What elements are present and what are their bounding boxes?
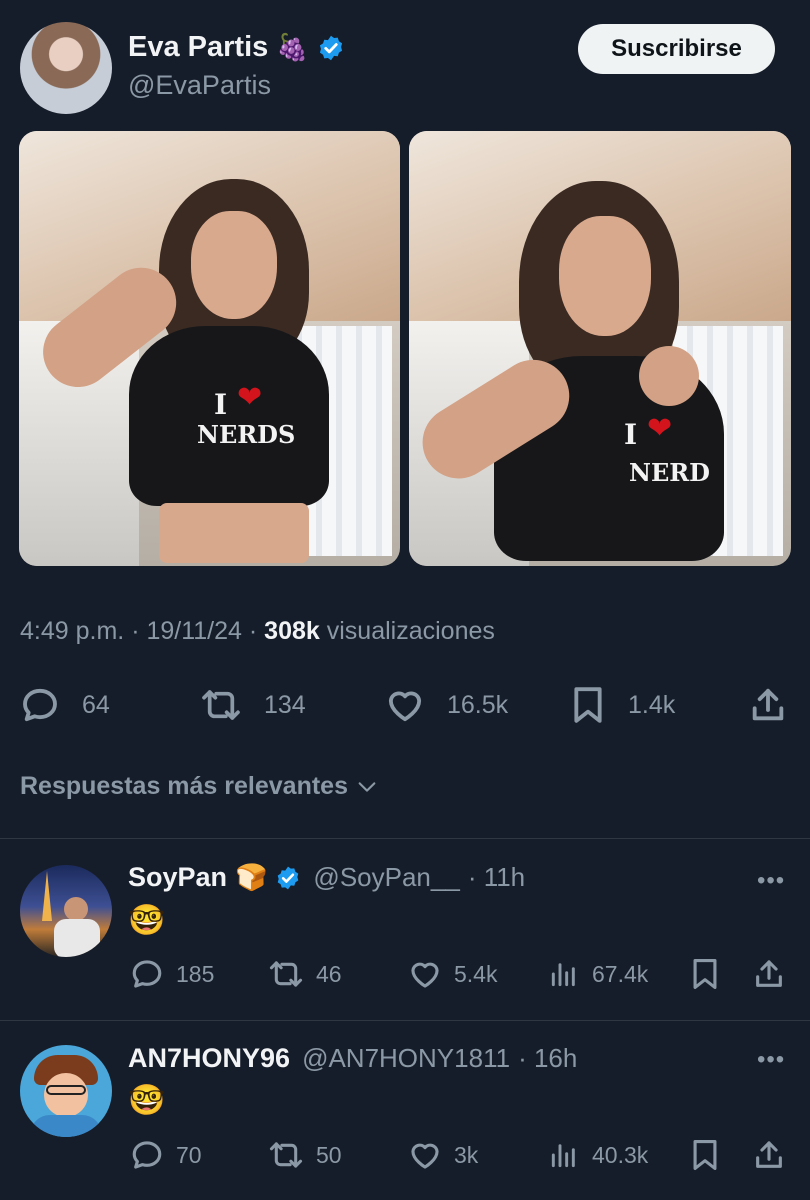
repost-icon [202,690,240,720]
photo-face [559,216,651,336]
like-count: 16.5k [447,690,509,719]
reply-author-row[interactable]: AN7HONY96 @AN7HONY1811 · 16h [128,1043,577,1074]
repost-count: 46 [316,960,342,987]
post-photo-2[interactable]: I ❤ NERD [409,131,791,566]
replies-sort-dropdown[interactable]: Respuestas más relevantes [20,772,378,801]
share-button[interactable] [748,685,788,725]
repost-icon [269,1142,303,1168]
author-handle[interactable]: @EvaPartis [128,70,271,101]
reply-count: 70 [176,1141,202,1168]
bookmark-icon [574,687,602,723]
reply-content: 🤓 [128,904,166,937]
reply-author-name[interactable]: SoyPan [128,862,227,893]
author-avatar[interactable] [20,22,112,114]
reply-views-action[interactable]: 67.4k [548,957,648,991]
reply-avatar-soypan[interactable] [20,865,112,957]
meta-separator: · [248,617,258,645]
divider [0,838,810,839]
reply-author-handle[interactable]: @SoyPan__ [313,862,459,893]
reply-author-row[interactable]: SoyPan 🍞 @SoyPan__ · 11h [128,862,525,893]
photo-hand [639,346,699,406]
like-action[interactable]: 16.5k [385,685,508,725]
reply-author-name[interactable]: AN7HONY96 [128,1043,290,1074]
subscribe-button[interactable]: Suscribirse [578,24,775,74]
post-time[interactable]: 4:49 p.m. [20,617,124,645]
grapes-emoji: 🍇 [276,32,309,62]
heart-icon [388,691,422,722]
photo-belly [159,503,309,563]
author-name[interactable]: Eva Partis [128,31,268,64]
reply-like-action[interactable]: 5.4k [408,957,497,991]
reply-count: 185 [176,960,215,987]
reply-icon [132,960,162,988]
shirt-text-i: I [214,388,228,421]
author-name-row[interactable]: Eva Partis 🍇 [128,31,345,64]
reply-bookmark-button[interactable] [690,1138,720,1172]
reply-like-action[interactable]: 3k [408,1138,478,1172]
reply-time[interactable]: · 16h [518,1043,577,1074]
reply-count: 64 [82,690,110,719]
more-options-icon[interactable]: ••• [757,1046,785,1074]
shirt-heart-icon: ❤ [237,381,263,414]
reply-action[interactable]: 64 [20,685,110,725]
verified-badge-icon [317,34,345,62]
repost-action[interactable]: 134 [200,685,306,725]
replies-sort-label: Respuestas más relevantes [20,772,348,800]
shirt-text-nerd: NERD [629,458,710,487]
bread-emoji: 🍞 [235,862,268,892]
reply-share-button[interactable] [752,1138,786,1172]
reply-content: 🤓 [128,1084,166,1117]
post-photo-1[interactable]: I ❤ NERDS [19,131,400,566]
chevron-down-icon [358,781,376,792]
reply-reply-action[interactable]: 185 [130,957,214,991]
shirt-text-i: I [624,418,638,451]
reply-share-button[interactable] [752,957,786,991]
reply-repost-action[interactable]: 46 [268,957,342,991]
like-count: 3k [454,1141,479,1168]
view-count: 308k [264,617,320,645]
share-icon [756,1141,782,1168]
repost-icon [269,961,303,987]
analytics-icon [551,963,575,987]
photo-shirt [129,326,329,506]
post-date[interactable]: 19/11/24 [146,617,241,645]
view-count: 67.4k [592,960,649,987]
reply-time[interactable]: · 11h [468,862,525,893]
views-label: visualizaciones [326,617,495,645]
bookmark-icon [693,958,717,990]
analytics-icon [551,1144,575,1168]
heart-icon [411,1143,439,1169]
more-options-icon[interactable]: ••• [757,867,785,895]
reply-icon [23,688,57,722]
shirt-heart-icon: ❤ [647,412,673,445]
share-icon [756,960,782,987]
reply-repost-action[interactable]: 50 [268,1138,342,1172]
reply-avatar-an7hony[interactable] [20,1045,112,1137]
like-count: 5.4k [454,960,498,987]
post-meta: 4:49 p.m. · 19/11/24 · 308k visualizacio… [20,617,495,646]
reply-bookmark-button[interactable] [690,957,720,991]
reply-reply-action[interactable]: 70 [130,1138,202,1172]
heart-icon [411,962,439,988]
shirt-text-nerds: NERDS [197,420,296,449]
photo-face [191,211,277,319]
reply-icon [132,1141,162,1169]
reply-author-handle[interactable]: @AN7HONY1811 [302,1043,510,1074]
view-count: 40.3k [592,1141,649,1168]
bookmark-count: 1.4k [628,690,676,719]
bookmark-action[interactable]: 1.4k [570,685,675,725]
repost-count: 50 [316,1141,342,1168]
meta-separator: · [131,617,140,645]
reply-views-action[interactable]: 40.3k [548,1138,648,1172]
divider [0,1020,810,1021]
bookmark-icon [693,1139,717,1171]
share-icon [752,688,784,721]
repost-count: 134 [264,690,306,719]
verified-badge-icon [275,865,301,891]
